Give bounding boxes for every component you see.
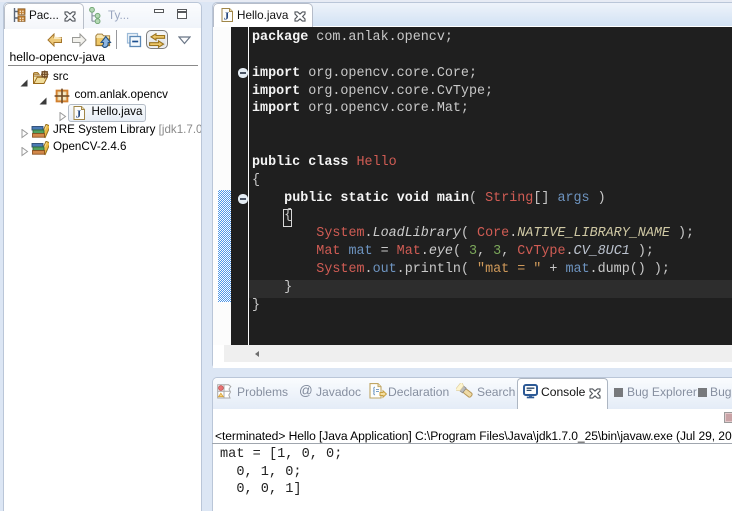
svg-text:J: J bbox=[76, 108, 82, 120]
svg-text:J: J bbox=[224, 10, 230, 22]
